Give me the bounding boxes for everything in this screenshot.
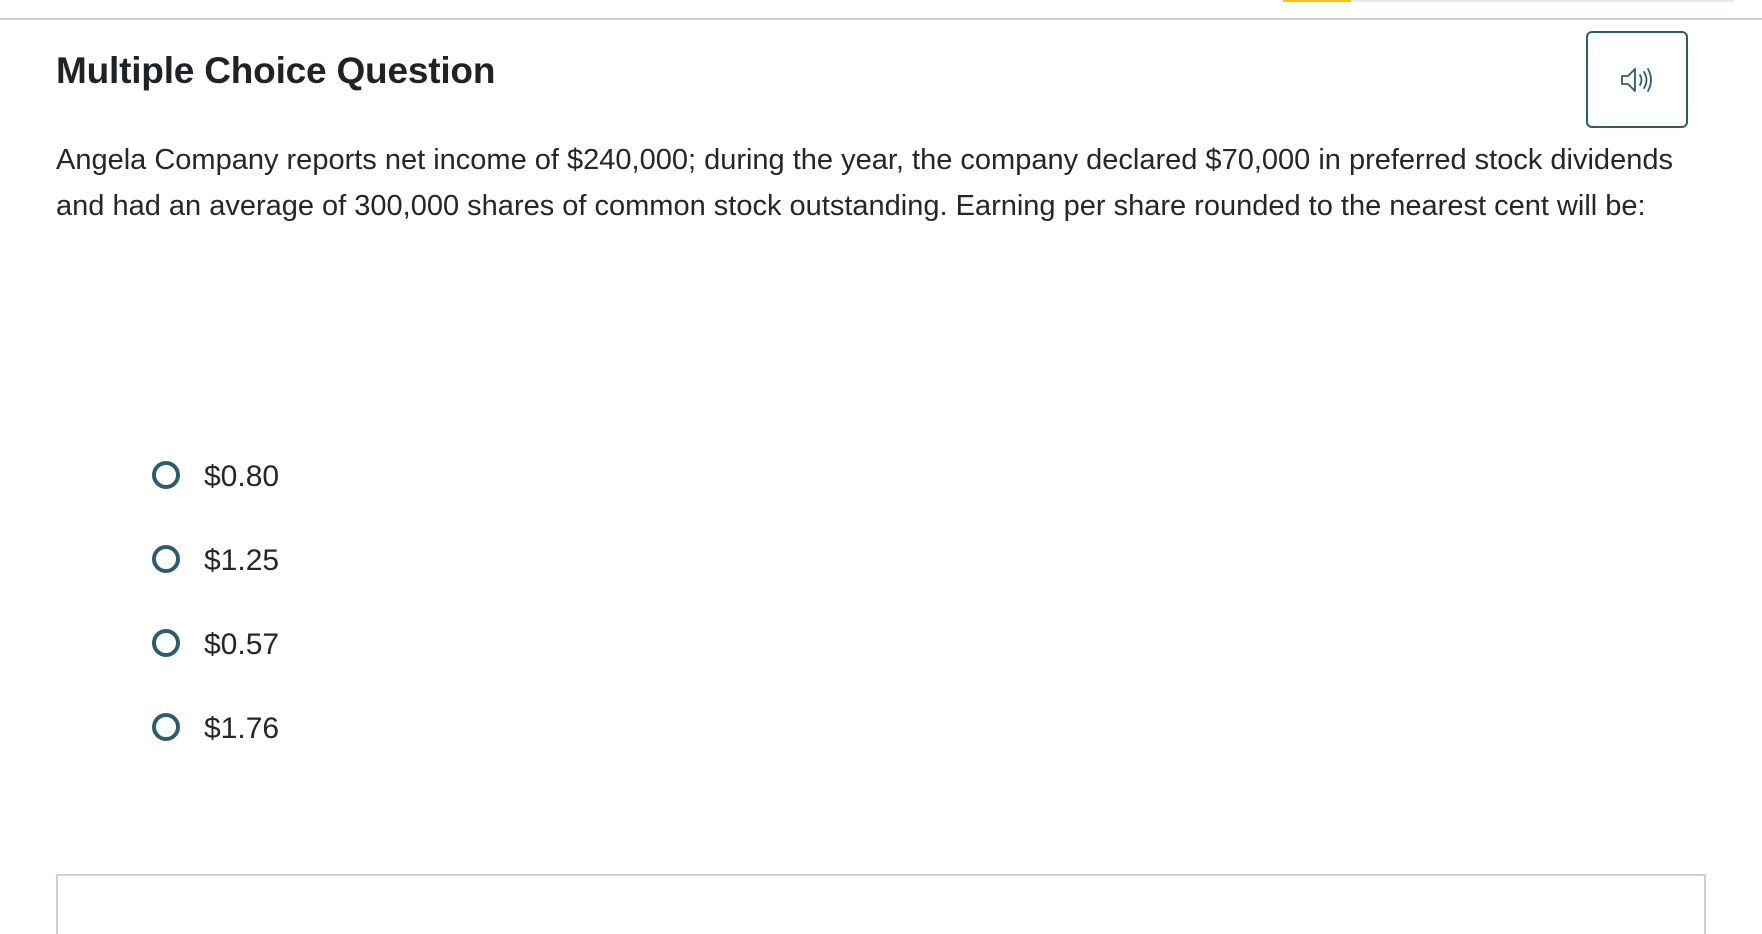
top-divider xyxy=(0,18,1762,20)
answer-option[interactable]: $1.25 xyxy=(152,517,279,601)
answer-options: $0.80 $1.25 $0.57 $1.76 xyxy=(152,433,279,769)
answer-option[interactable]: $0.57 xyxy=(152,601,279,685)
answer-option-label: $0.57 xyxy=(204,628,280,661)
progress-bar xyxy=(1283,0,1733,2)
answer-option-label: $1.25 xyxy=(204,544,280,577)
question-type-title: Multiple Choice Question xyxy=(56,50,496,91)
radio-button[interactable] xyxy=(152,545,180,573)
progress-bar-fill xyxy=(1283,0,1351,2)
answer-option-label: $0.80 xyxy=(204,460,280,493)
radio-button[interactable] xyxy=(152,461,180,489)
read-aloud-button[interactable] xyxy=(1586,31,1688,128)
answer-option[interactable]: $1.76 xyxy=(152,685,279,769)
question-prompt: Angela Company reports net income of $24… xyxy=(56,144,1673,222)
radio-button[interactable] xyxy=(152,713,180,741)
speaker-icon xyxy=(1621,67,1652,92)
radio-button[interactable] xyxy=(152,629,180,657)
answer-option-label: $1.76 xyxy=(204,712,280,745)
next-section-panel xyxy=(56,874,1706,934)
answer-option[interactable]: $0.80 xyxy=(152,433,279,517)
